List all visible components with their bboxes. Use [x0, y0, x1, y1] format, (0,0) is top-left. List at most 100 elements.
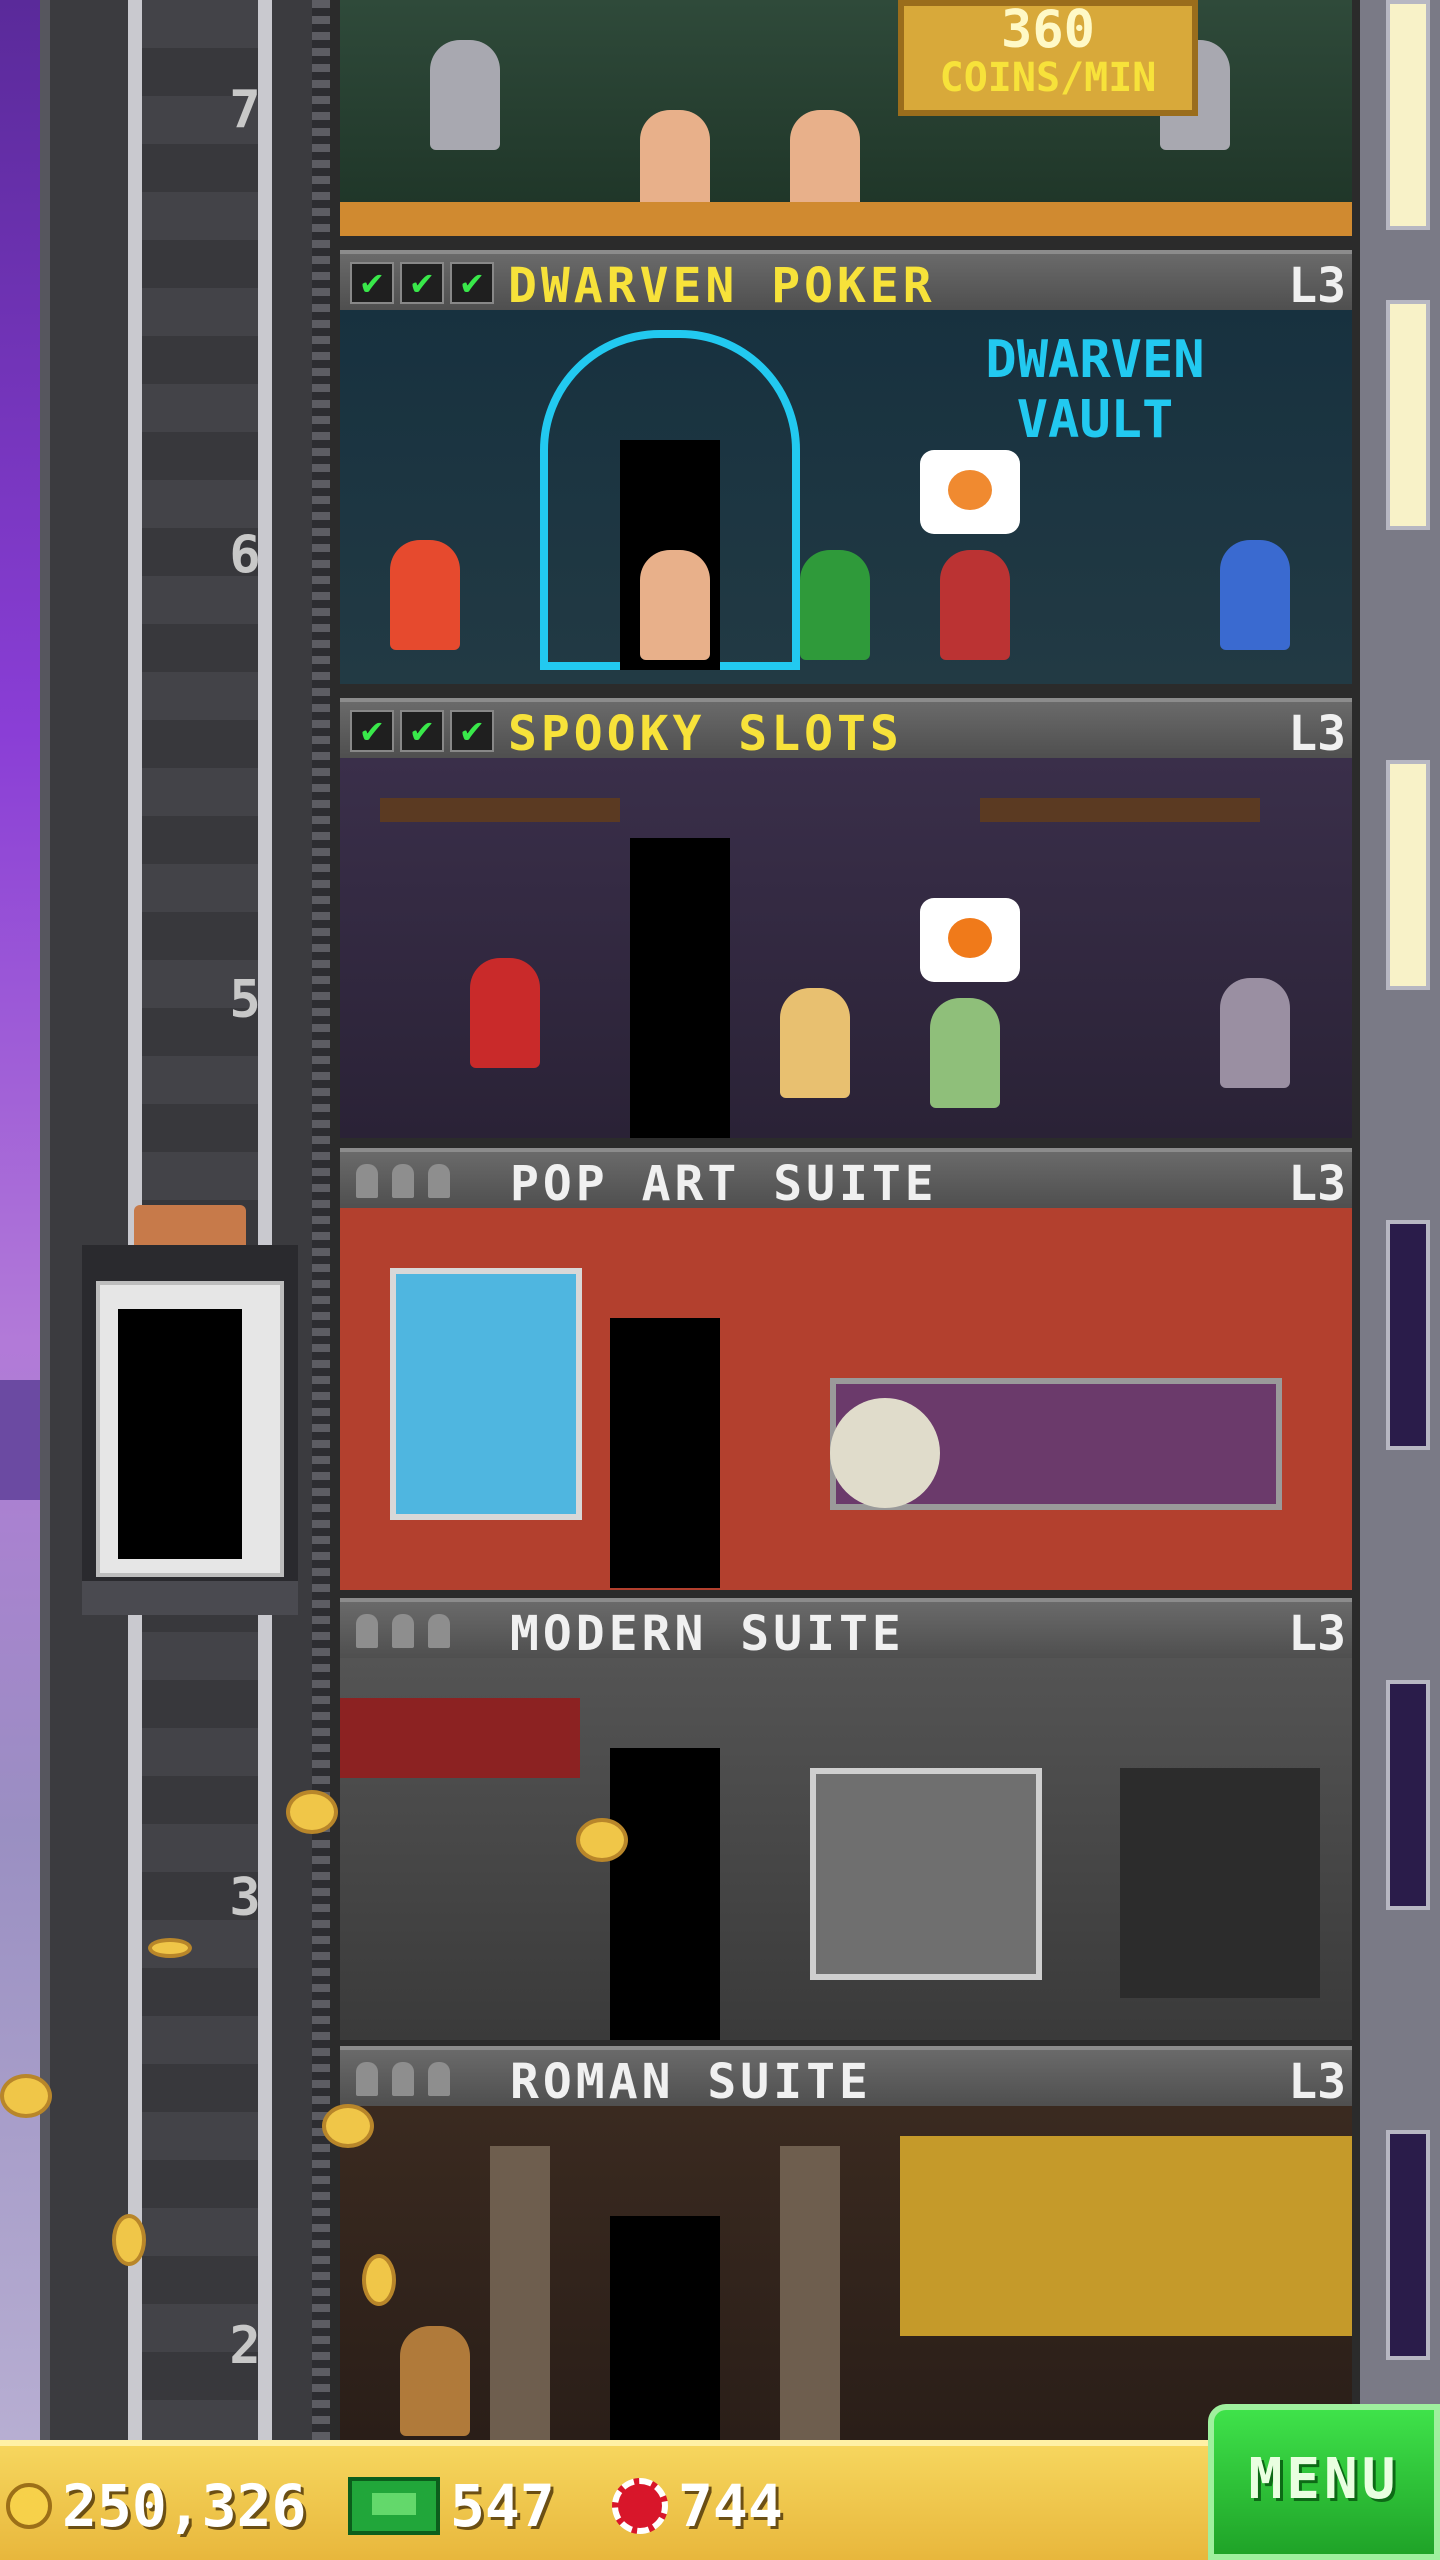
floor-header-spooky-slots[interactable]: ✔ ✔ ✔ SPOOKY SLOTS L3 [340, 698, 1352, 762]
curtains [900, 2136, 1352, 2336]
doorway [610, 2216, 720, 2440]
bookshelf [1120, 1768, 1320, 1998]
guest-character [780, 988, 850, 1098]
pumpkin-icon [948, 918, 992, 958]
resident-icon [356, 1164, 378, 1198]
coin-icon[interactable] [576, 1818, 628, 1862]
floor-header-dwarven-poker[interactable]: ✔ ✔ ✔ DWARVEN POKER L3 [340, 250, 1352, 314]
room-floor [340, 202, 1352, 236]
floor-level: L3 [1288, 1606, 1346, 1662]
floor-name: MODERN SUITE [510, 1606, 905, 1662]
floor-number-7: 7 [229, 80, 261, 140]
room-pop-art-suite[interactable] [340, 1208, 1352, 1590]
stock-checks: ✔ ✔ ✔ [350, 262, 494, 304]
thought-bubble[interactable] [920, 450, 1020, 534]
dwarven-vault-sign: DWARVEN VAULT [985, 330, 1205, 450]
room-top-floor[interactable] [340, 0, 1352, 236]
floor-header-roman-suite[interactable]: ROMAN SUITE L3 [340, 2046, 1352, 2110]
check-icon: ✔ [400, 262, 444, 304]
column [490, 2146, 550, 2440]
column [780, 2146, 840, 2440]
floor-name: SPOOKY SLOTS [508, 706, 903, 762]
dwarf-icon [948, 470, 992, 510]
elevator-sill [82, 1581, 298, 1615]
check-icon: ✔ [400, 710, 444, 752]
bux-value: 547 [450, 2472, 555, 2540]
floor-name: POP ART SUITE [510, 1156, 938, 1212]
egg-chair [830, 1398, 940, 1508]
resident-icon [428, 1164, 450, 1198]
bux-counter: 547 [348, 2472, 555, 2540]
bellhop-character [470, 958, 540, 1068]
dwarf-character [1220, 540, 1290, 650]
floor-number-6: 6 [229, 525, 261, 585]
dwarf-character [390, 540, 460, 650]
window [1386, 0, 1430, 230]
resident-icon [428, 2062, 450, 2096]
resident-indicators [356, 1614, 450, 1648]
guest-character [930, 998, 1000, 1108]
elevator-door [118, 1309, 242, 1559]
coin-icon[interactable] [112, 2214, 146, 2266]
thought-bubble[interactable] [920, 898, 1020, 982]
floor-header-modern-suite[interactable]: MODERN SUITE L3 [340, 1598, 1352, 1662]
chandelier [980, 798, 1260, 822]
statue-left [430, 40, 500, 150]
coin-icon[interactable] [362, 2254, 396, 2306]
floor-level: L3 [1288, 706, 1346, 762]
resident-icon [356, 2062, 378, 2096]
check-icon: ✔ [350, 710, 394, 752]
resident-indicators [356, 2062, 450, 2096]
coin-icon[interactable] [0, 2074, 52, 2118]
room-dwarven-poker[interactable]: DWARVEN VAULT [340, 310, 1352, 684]
tower-right-wall [1360, 0, 1440, 2440]
wall-panel [340, 1698, 580, 1778]
stock-checks: ✔ ✔ ✔ [350, 710, 494, 752]
floor-name: DWARVEN POKER [508, 258, 936, 314]
resident-icon [392, 1614, 414, 1648]
coins-per-minute-value: 360 [1001, 0, 1095, 60]
floor-number-5: 5 [229, 970, 261, 1030]
doorway [610, 1748, 720, 2040]
resident-icon [356, 1614, 378, 1648]
coins-counter: 250,326 [6, 2472, 306, 2540]
game-screen: 7 6 5 3 2 360 COINS/MIN ✔ ✔ ✔ DWARVEN PO… [0, 0, 1440, 2560]
floor-header-pop-art-suite[interactable]: POP ART SUITE L3 [340, 1148, 1352, 1212]
resident-indicators [356, 1164, 450, 1198]
chips-value: 744 [678, 2472, 783, 2540]
fireplace [810, 1768, 1042, 1980]
chip-icon [612, 2478, 668, 2534]
window [1386, 760, 1430, 990]
floor-number-2: 2 [229, 2316, 261, 2376]
coin-icon[interactable] [148, 1938, 192, 1958]
resident-icon [392, 2062, 414, 2096]
coin-icon[interactable] [286, 1790, 338, 1834]
room-roman-suite[interactable] [340, 2106, 1352, 2440]
coin-icon [6, 2483, 52, 2529]
city-silhouette [0, 1380, 40, 1500]
window [1386, 300, 1430, 530]
check-icon: ✔ [450, 710, 494, 752]
resident-icon [392, 1164, 414, 1198]
check-icon: ✔ [450, 262, 494, 304]
zombie-character [1220, 978, 1290, 1088]
chips-counter: 744 [612, 2472, 783, 2540]
elevator-lamp [134, 1205, 246, 1245]
tower-floors: 360 COINS/MIN ✔ ✔ ✔ DWARVEN POKER L3 DWA… [330, 0, 1360, 2440]
chandelier [380, 798, 620, 822]
menu-button[interactable]: MENU [1208, 2404, 1440, 2560]
doorway [630, 838, 730, 1138]
guest-character [940, 550, 1010, 660]
window [1386, 1220, 1430, 1450]
elevator-car[interactable] [82, 1205, 298, 1615]
room-spooky-slots[interactable] [340, 758, 1352, 1138]
bux-icon [348, 2477, 440, 2535]
coins-per-minute-sign: 360 COINS/MIN [898, 0, 1198, 116]
floor-level: L3 [1288, 258, 1346, 314]
room-modern-suite[interactable] [340, 1658, 1352, 2040]
window [1386, 1680, 1430, 1910]
floor-name: ROMAN SUITE [510, 2054, 872, 2110]
floor-number-3: 3 [229, 1868, 261, 1928]
floor-level: L3 [1288, 2054, 1346, 2110]
coin-icon[interactable] [322, 2104, 374, 2148]
